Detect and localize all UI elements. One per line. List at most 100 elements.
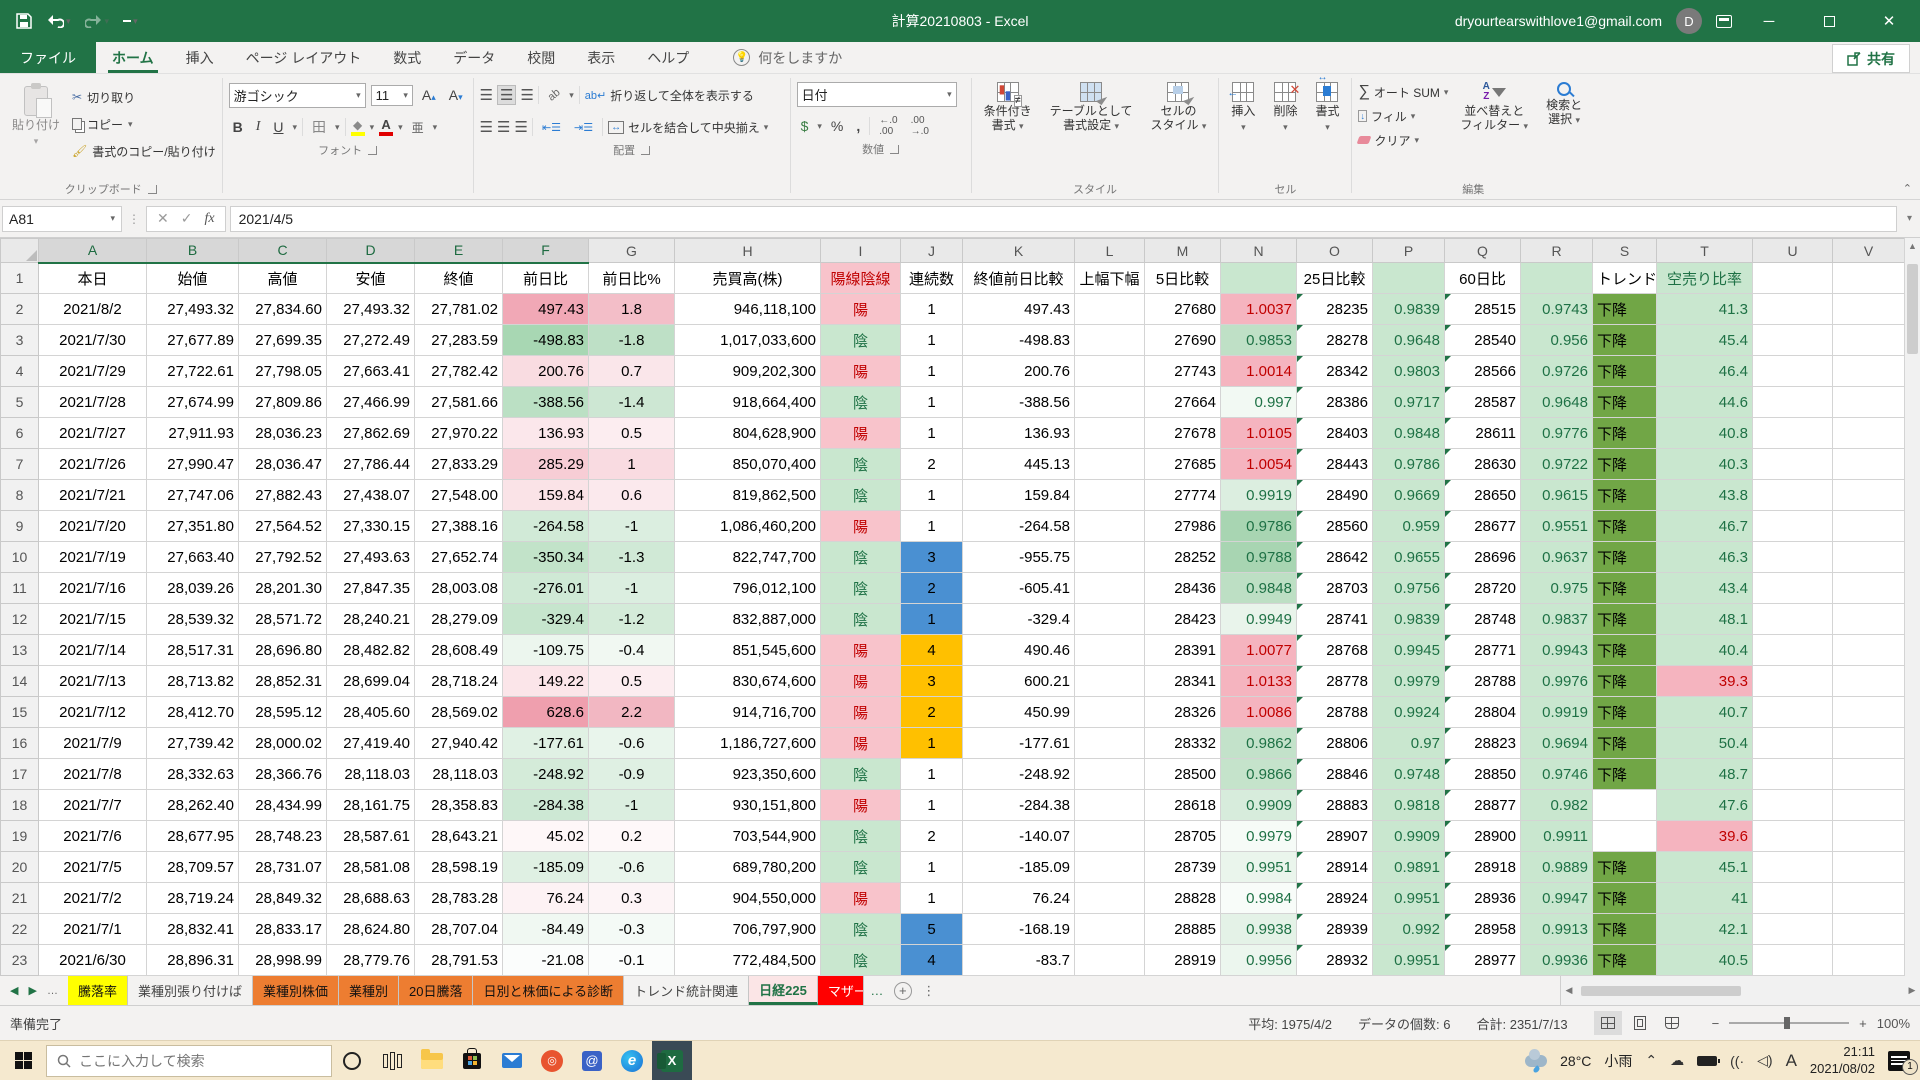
cell[interactable]: 0.9551 <box>1521 511 1593 542</box>
cell[interactable]: 445.13 <box>963 449 1075 480</box>
cell[interactable]: 27,699.35 <box>239 325 327 356</box>
cell[interactable] <box>1075 759 1145 790</box>
clear-button[interactable]: クリア▾ <box>1358 130 1448 150</box>
cell[interactable]: 1.0077 <box>1221 635 1297 666</box>
cell[interactable]: 0.975 <box>1521 573 1593 604</box>
cell[interactable]: 4 <box>901 945 963 976</box>
cell[interactable]: 前日比 <box>503 263 589 294</box>
cell[interactable] <box>1075 604 1145 635</box>
orange-app-icon[interactable]: ◎ <box>532 1041 572 1080</box>
taskbar-search-input[interactable] <box>79 1053 299 1069</box>
cell[interactable]: 下降 <box>1593 480 1657 511</box>
cell[interactable]: 下降 <box>1593 883 1657 914</box>
cell[interactable]: -83.7 <box>963 945 1075 976</box>
cell[interactable]: -185.09 <box>503 852 589 883</box>
onedrive-icon[interactable]: ☁ <box>1670 1052 1684 1069</box>
cell[interactable]: 2021/7/6 <box>39 821 147 852</box>
cell[interactable]: 28,240.21 <box>327 604 415 635</box>
cell[interactable]: 28900 <box>1445 821 1521 852</box>
cell[interactable]: 28918 <box>1445 852 1521 883</box>
cell[interactable]: 28739 <box>1145 852 1221 883</box>
cell[interactable]: 28850 <box>1445 759 1521 790</box>
cell[interactable]: 陰 <box>821 945 901 976</box>
cell[interactable]: 28403 <box>1297 418 1373 449</box>
cell[interactable]: 0.9911 <box>1521 821 1593 852</box>
cell[interactable]: 27,911.93 <box>147 418 239 449</box>
cell[interactable]: 28907 <box>1297 821 1373 852</box>
cell[interactable]: 28823 <box>1445 728 1521 759</box>
cell[interactable] <box>1833 604 1905 635</box>
cell[interactable]: 159.84 <box>503 480 589 511</box>
cell[interactable]: 28,677.95 <box>147 821 239 852</box>
cell[interactable]: 497.43 <box>503 294 589 325</box>
cell[interactable]: 28326 <box>1145 697 1221 728</box>
cell[interactable]: 27,798.05 <box>239 356 327 387</box>
battery-icon[interactable] <box>1697 1056 1717 1066</box>
font-name-combo[interactable]: 游ゴシック▾ <box>229 83 366 108</box>
cell[interactable]: 1.0105 <box>1221 418 1297 449</box>
dialog-launcher-icon[interactable] <box>148 185 157 194</box>
increase-indent-icon[interactable]: ⇥☰ <box>570 120 597 135</box>
cell[interactable]: 0.3 <box>589 883 675 914</box>
maximize-button[interactable] <box>1806 0 1852 42</box>
increase-decimal-icon[interactable]: ←.0.00 <box>875 114 901 138</box>
cell[interactable] <box>1753 821 1833 852</box>
cell[interactable]: 28919 <box>1145 945 1221 976</box>
cell[interactable]: 28977 <box>1445 945 1521 976</box>
cell[interactable]: 28,791.53 <box>415 945 503 976</box>
column-header-C[interactable]: C <box>239 239 327 263</box>
cell[interactable]: 200.76 <box>963 356 1075 387</box>
cell[interactable]: 28,118.03 <box>415 759 503 790</box>
cell[interactable]: 0.9976 <box>1521 666 1593 697</box>
number-format-combo[interactable]: 日付▾ <box>797 82 957 107</box>
cell[interactable]: 27,739.42 <box>147 728 239 759</box>
save-icon[interactable] <box>16 13 32 29</box>
cell[interactable] <box>1833 449 1905 480</box>
cell[interactable]: 0.9866 <box>1221 759 1297 790</box>
tab-review[interactable]: 校閲 <box>511 42 571 73</box>
cell[interactable]: 27,722.61 <box>147 356 239 387</box>
cell[interactable]: 28885 <box>1145 914 1221 945</box>
cell[interactable] <box>1075 914 1145 945</box>
cell[interactable] <box>1753 480 1833 511</box>
format-as-table-button[interactable]: テーブルとして書式設定 ▾ <box>1044 78 1139 137</box>
cell[interactable] <box>1075 790 1145 821</box>
cell[interactable]: 27,847.35 <box>327 573 415 604</box>
dialog-launcher-icon[interactable] <box>368 146 377 155</box>
cell[interactable] <box>1593 821 1657 852</box>
cell[interactable]: 27,493.63 <box>327 542 415 573</box>
cell[interactable]: 28,405.60 <box>327 697 415 728</box>
scroll-right-icon[interactable]: ▶ <box>1904 985 1920 996</box>
cell[interactable]: -0.3 <box>589 914 675 945</box>
grow-font-icon[interactable]: A▴ <box>418 86 440 104</box>
cell[interactable] <box>1075 542 1145 573</box>
cell[interactable]: 27,663.40 <box>147 542 239 573</box>
cell[interactable]: 28,279.09 <box>415 604 503 635</box>
cell[interactable]: 2.2 <box>589 697 675 728</box>
cell[interactable]: 0.997 <box>1221 387 1297 418</box>
cell[interactable] <box>1753 759 1833 790</box>
sheet-more-left-icon[interactable]: … <box>47 985 58 997</box>
cell[interactable]: 0.982 <box>1521 790 1593 821</box>
cell[interactable]: 陰 <box>821 852 901 883</box>
cell[interactable]: 28235 <box>1297 294 1373 325</box>
decrease-indent-icon[interactable]: ⇤☰ <box>538 120 565 135</box>
cell[interactable]: 27,786.44 <box>327 449 415 480</box>
cell[interactable]: 1 <box>901 728 963 759</box>
column-header-I[interactable]: I <box>821 239 901 263</box>
cell[interactable]: 28741 <box>1297 604 1373 635</box>
cell[interactable]: -185.09 <box>963 852 1075 883</box>
align-center-icon[interactable]: ☰ <box>497 118 509 136</box>
column-header-V[interactable]: V <box>1833 239 1905 263</box>
sheet-prev-icon[interactable]: ◀ <box>10 984 18 997</box>
cell[interactable]: 28,779.76 <box>327 945 415 976</box>
cell[interactable]: 0.9924 <box>1373 697 1445 728</box>
cell[interactable]: 売買高(株) <box>675 263 821 294</box>
cell[interactable]: -498.83 <box>963 325 1075 356</box>
cell[interactable]: 2021/7/29 <box>39 356 147 387</box>
cell[interactable]: 0.9786 <box>1373 449 1445 480</box>
sheet-tab-4[interactable]: 20日騰落 <box>399 976 473 1005</box>
cell[interactable]: 下降 <box>1593 387 1657 418</box>
insert-function-icon[interactable]: fx <box>204 211 214 227</box>
cell[interactable]: 本日 <box>39 263 147 294</box>
